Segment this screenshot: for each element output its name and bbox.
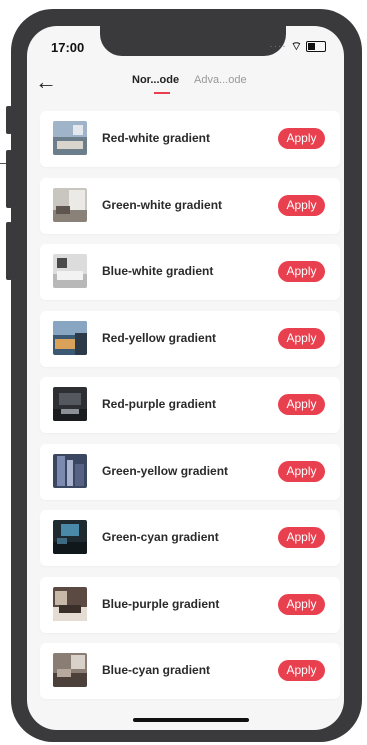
list-item: Red-yellow gradient Apply — [40, 310, 340, 367]
apply-button[interactable]: Apply — [278, 660, 325, 681]
tab-normal-mode[interactable]: Nor...ode — [132, 74, 179, 86]
gradient-name: Green-white gradient — [102, 197, 223, 212]
list-item: Blue-cyan gradient Apply — [40, 643, 340, 699]
status-icons: ···· ⌔ — [269, 39, 326, 54]
volume-up-button — [6, 150, 12, 208]
apply-button[interactable]: Apply — [278, 261, 325, 282]
gradient-name: Green-yellow gradient — [102, 463, 229, 478]
notch — [100, 26, 286, 56]
nav-bar: ← Nor...ode Adva...ode — [27, 62, 344, 106]
gradient-name: Blue-white gradient — [102, 264, 214, 278]
room-thumbnail — [53, 586, 87, 621]
apply-button[interactable]: Apply — [278, 194, 325, 216]
home-indicator — [133, 718, 249, 722]
room-thumbnail — [53, 187, 87, 222]
phone-screen: 17:00 ···· ⌔ ← Nor...ode Adva...ode Red-… — [27, 26, 344, 730]
gradient-list: Red-white gradient Apply Green-white gra… — [40, 111, 340, 710]
room-thumbnail — [53, 121, 87, 155]
gradient-name: Red-white gradient — [102, 131, 211, 145]
gradient-name: Blue-purple gradient — [102, 596, 220, 611]
apply-button[interactable]: Apply — [278, 327, 325, 349]
list-item: Green-cyan gradient Apply — [40, 510, 340, 566]
gradient-name: Blue-cyan gradient — [102, 663, 211, 677]
list-item: Red-white gradient Apply — [40, 111, 340, 167]
battery-icon — [306, 41, 326, 52]
apply-button[interactable]: Apply — [278, 460, 325, 482]
silent-switch — [6, 106, 12, 134]
list-item: Blue-white gradient Apply — [40, 244, 340, 300]
volume-down-button — [6, 222, 12, 280]
room-thumbnail — [53, 320, 87, 355]
status-time: 17:00 — [51, 40, 85, 55]
gradient-name: Red-purple gradient — [102, 397, 217, 411]
back-arrow-icon[interactable]: ← — [35, 70, 57, 94]
room-thumbnail — [53, 653, 87, 687]
list-item: Red-purple gradient Apply — [40, 377, 340, 433]
signal-icon: ···· — [269, 41, 287, 52]
list-item: Green-yellow gradient Apply — [40, 443, 340, 500]
apply-button[interactable]: Apply — [278, 527, 325, 548]
wifi-icon: ⌔ — [290, 39, 302, 53]
list-item: Blue-purple gradient Apply — [40, 576, 340, 633]
gradient-name: Red-yellow gradient — [102, 330, 217, 345]
room-thumbnail — [53, 387, 87, 421]
active-tab-indicator — [154, 92, 170, 94]
gradient-name: Green-cyan gradient — [102, 530, 219, 544]
room-thumbnail — [53, 453, 87, 488]
apply-button[interactable]: Apply — [278, 593, 325, 615]
room-thumbnail — [53, 254, 87, 288]
apply-button[interactable]: Apply — [278, 128, 325, 149]
apply-button[interactable]: Apply — [278, 394, 325, 415]
list-item: Green-white gradient Apply — [40, 177, 340, 234]
room-thumbnail — [53, 520, 87, 554]
tab-advanced-mode[interactable]: Adva...ode — [194, 74, 247, 86]
